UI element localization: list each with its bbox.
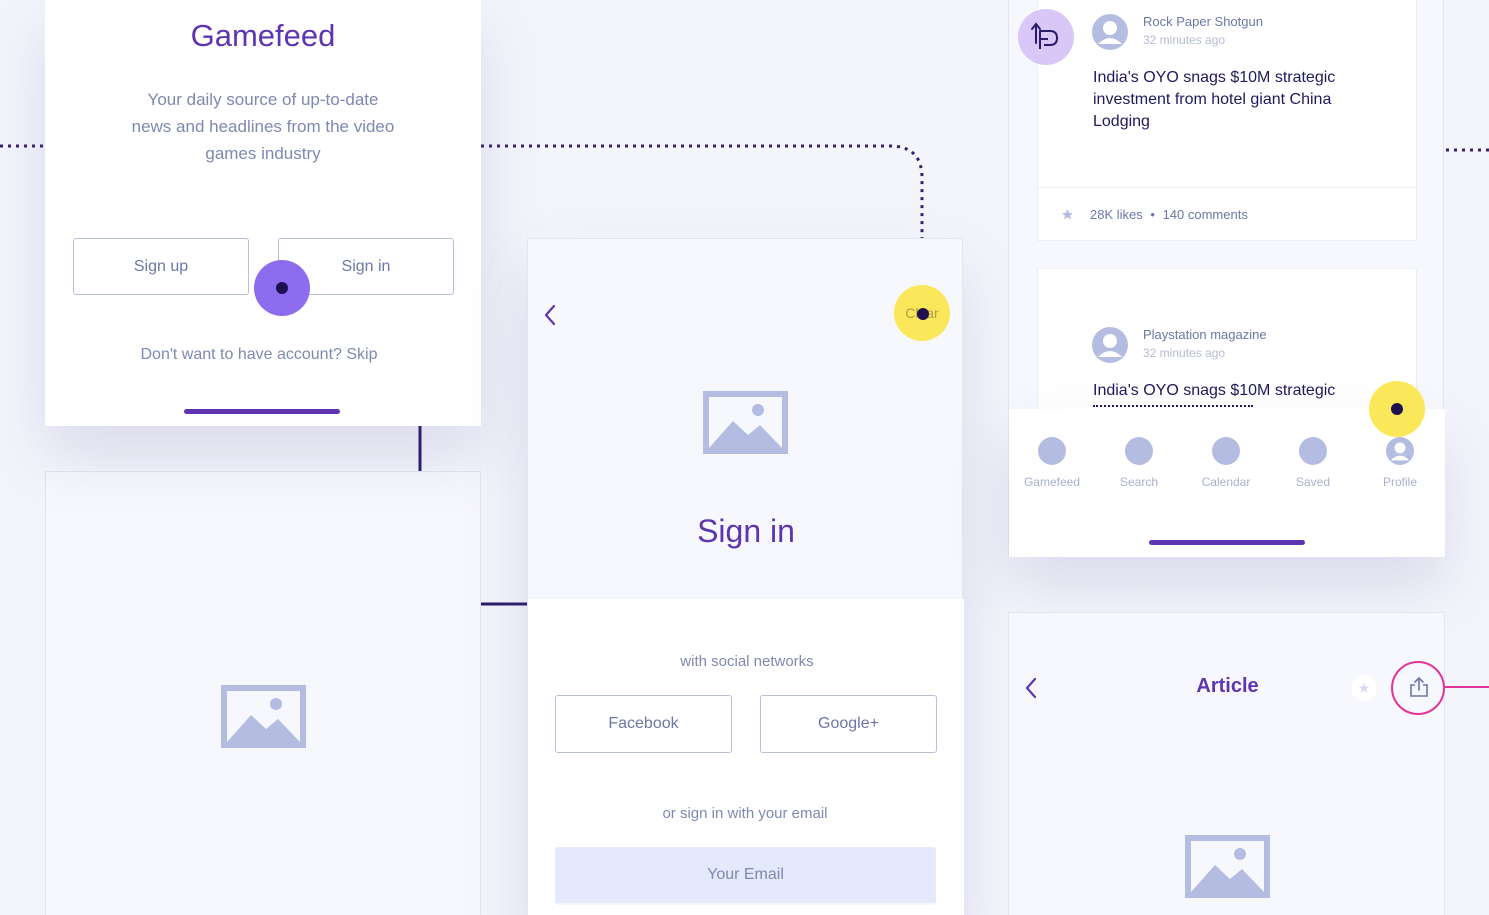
stats-separator: • (1150, 207, 1155, 222)
home-indicator (184, 409, 340, 414)
app-title: Gamefeed (190, 18, 336, 53)
post-time: 32 minutes ago (1143, 33, 1226, 47)
feed-screen: Rock Paper Shotgun 32 minutes ago India'… (1008, 0, 1445, 557)
tab-gamefeed[interactable]: Gamefeed (1017, 437, 1087, 489)
skip-link[interactable]: Don't want to have account? Skip (45, 346, 473, 364)
tab-saved[interactable]: Saved (1278, 437, 1348, 489)
divider (1038, 187, 1416, 188)
post-source: Rock Paper Shotgun (1143, 14, 1263, 29)
search-icon (1125, 437, 1153, 465)
headline-line: India's OYO snags $10M strategic (1093, 69, 1336, 86)
headline-line: investment from hotel giant China (1093, 91, 1332, 108)
tab-calendar[interactable]: Calendar (1191, 437, 1261, 489)
tab-profile[interactable]: Profile (1365, 437, 1435, 489)
home-indicator (1149, 540, 1305, 545)
sign-in-form: with social networks Facebook Google+ or… (528, 599, 964, 915)
facebook-button[interactable]: Facebook (555, 695, 732, 753)
post-source: Playstation magazine (1143, 327, 1267, 342)
post-headline[interactable]: India's OYO snags $10M strategic investm… (1093, 67, 1335, 133)
star-icon[interactable] (1061, 208, 1074, 221)
headline-cut (1093, 405, 1253, 407)
article-screen: Article (1008, 612, 1445, 915)
tab-search[interactable]: Search (1104, 437, 1174, 489)
image-placeholder-icon (221, 685, 306, 748)
welcome-screen: Gamefeed Your daily source of up-to-date… (45, 0, 481, 426)
email-caption: or sign in with your email (662, 805, 828, 822)
calendar-icon (1212, 437, 1240, 465)
post-time: 32 minutes ago (1143, 346, 1226, 360)
tab-label: Profile (1382, 475, 1417, 489)
tagline-line: news and headlines from the video (131, 117, 395, 136)
post-card[interactable]: Playstation magazine 32 minutes ago Indi… (1037, 268, 1417, 418)
tab-label: Gamefeed (1023, 475, 1081, 489)
avatar-icon (1092, 327, 1128, 363)
post-stats: 28K likes • 140 comments (1090, 207, 1248, 222)
onboarding-image-card (45, 471, 481, 915)
sign-up-button[interactable]: Sign up (73, 238, 249, 295)
tab-label: Calendar (1201, 475, 1251, 489)
avatar-icon (1092, 14, 1128, 50)
image-placeholder-icon (703, 391, 788, 454)
image-placeholder-icon (1185, 835, 1270, 898)
tagline: Your daily source of up-to-date news and… (45, 86, 481, 167)
sign-in-screen: Clear Sign in with social networks Faceb… (527, 238, 964, 915)
google-button[interactable]: Google+ (760, 695, 937, 753)
profile-icon (1386, 437, 1414, 465)
swipe-gesture-icon (1018, 9, 1074, 65)
chevron-left-icon[interactable] (542, 303, 558, 327)
tab-label: Saved (1295, 475, 1331, 489)
share-icon (1410, 676, 1428, 697)
bookmark-button[interactable] (1351, 675, 1377, 701)
star-icon (1359, 683, 1369, 693)
tagline-line: games industry (205, 144, 321, 163)
tagline-line: Your daily source of up-to-date (147, 90, 379, 109)
tab-label: Search (1119, 475, 1159, 489)
email-placeholder: Your Email (707, 866, 784, 883)
social-caption: with social networks (680, 653, 814, 670)
share-button[interactable] (1391, 661, 1445, 715)
page-title: Article (1196, 675, 1259, 697)
headline-line: Lodging (1093, 113, 1150, 130)
page-title: Sign in (697, 513, 795, 549)
likes-count: 28K likes (1090, 207, 1143, 222)
saved-icon (1299, 437, 1327, 465)
gamefeed-icon (1038, 437, 1066, 465)
comments-count[interactable]: 140 comments (1163, 207, 1248, 222)
hotspot-dot (276, 282, 288, 294)
post-headline[interactable]: India's OYO snags $10M strategic (1093, 380, 1335, 402)
post-card[interactable]: Rock Paper Shotgun 32 minutes ago India'… (1037, 0, 1417, 241)
hotspot-dot (917, 308, 929, 320)
hotspot-dot (1391, 403, 1403, 415)
email-field[interactable]: Your Email (555, 847, 936, 905)
